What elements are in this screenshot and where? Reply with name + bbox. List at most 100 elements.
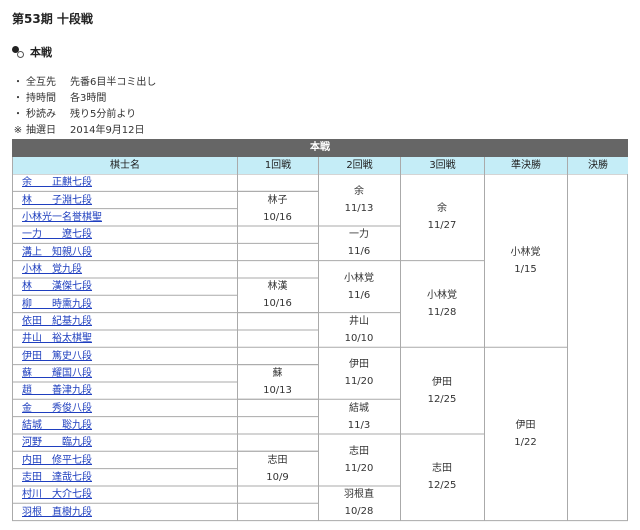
result-winner: 羽根直 bbox=[344, 489, 374, 501]
player-link[interactable]: 河野 臨九段 bbox=[22, 434, 92, 451]
round3-result: 志田 12/25 bbox=[400, 460, 484, 494]
result-date: 10/16 bbox=[263, 211, 292, 223]
round1-result: 林子 10/16 bbox=[237, 192, 318, 226]
col-header-round3: 3回戦 bbox=[401, 157, 484, 174]
result-winner: 小林覚 bbox=[344, 272, 374, 284]
col-header-final: 決勝 bbox=[568, 157, 628, 174]
player-link[interactable]: 一力 遼七段 bbox=[22, 226, 92, 243]
player-link[interactable]: 志田 達哉七段 bbox=[22, 469, 92, 486]
result-date: 10/10 bbox=[344, 332, 374, 344]
result-winner: 結城 bbox=[349, 402, 369, 414]
result-date: 10/9 bbox=[266, 471, 289, 483]
round1-result: 志田 10/9 bbox=[237, 452, 318, 486]
col-header-round2: 2回戦 bbox=[319, 157, 400, 174]
info-value: 残り5分前より bbox=[70, 109, 137, 120]
player-link[interactable]: 金 秀俊八段 bbox=[22, 400, 92, 417]
result-date: 11/3 bbox=[347, 419, 371, 431]
info-marker: ・ bbox=[13, 109, 23, 120]
result-date: 11/27 bbox=[427, 220, 457, 232]
result-date: 12/25 bbox=[427, 480, 457, 492]
round3-result: 小林覚 11/28 bbox=[400, 287, 484, 321]
info-row: ・ 持時間 各3時間 bbox=[10, 91, 156, 107]
result-date: 10/16 bbox=[263, 298, 292, 310]
result-date: 12/25 bbox=[427, 393, 457, 405]
result-winner: 余 bbox=[354, 185, 364, 197]
round2-result: 結城 11/3 bbox=[318, 400, 400, 434]
player-link[interactable]: 柳 時熏九段 bbox=[22, 296, 92, 313]
round2-result: 小林覚 11/6 bbox=[318, 270, 400, 304]
player-link[interactable]: 羽根 直樹九段 bbox=[22, 504, 92, 521]
round1-result: 林漢 10/16 bbox=[237, 278, 318, 312]
player-link[interactable]: 溝上 知親八段 bbox=[22, 244, 92, 261]
player-link[interactable]: 依田 紀基九段 bbox=[22, 313, 92, 330]
info-marker: ・ bbox=[13, 77, 23, 88]
result-winner: 余 bbox=[437, 203, 447, 215]
result-winner: 志田 bbox=[267, 454, 288, 466]
semifinal-result: 伊田 1/22 bbox=[484, 417, 567, 451]
result-date: 11/6 bbox=[347, 289, 371, 301]
player-link[interactable]: 趙 善津九段 bbox=[22, 382, 92, 399]
player-link[interactable]: 伊田 篤史八段 bbox=[22, 348, 92, 365]
result-date: 10/13 bbox=[263, 384, 292, 396]
col-header-round1: 1回戦 bbox=[238, 157, 318, 174]
player-link[interactable]: 内田 修平七段 bbox=[22, 452, 92, 469]
info-row: ※ 抽選日 2014年9月12日 bbox=[10, 123, 156, 139]
tournament-info-list: ・ 全互先 先番6目半コミ出し ・ 持時間 各3時間 ・ 秒読み 残り5分前より… bbox=[10, 75, 156, 139]
col-header-player: 棋士名 bbox=[13, 157, 237, 174]
result-winner: 井山 bbox=[349, 315, 369, 327]
result-date: 11/28 bbox=[427, 306, 457, 318]
result-date: 1/22 bbox=[514, 436, 537, 448]
result-winner: 伊田 bbox=[515, 419, 536, 431]
result-date: 11/13 bbox=[344, 202, 374, 214]
section-heading-label: 本戦 bbox=[30, 46, 52, 59]
result-date: 1/15 bbox=[514, 263, 537, 275]
result-winner: 伊田 bbox=[432, 376, 452, 388]
round3-result: 余 11/27 bbox=[400, 200, 484, 234]
player-link[interactable]: 小林 覚九段 bbox=[22, 261, 82, 278]
round2-result: 余 11/13 bbox=[318, 183, 400, 217]
result-date: 11/20 bbox=[344, 376, 374, 388]
result-winner: 小林覚 bbox=[510, 246, 541, 258]
result-winner: 林漢 bbox=[267, 281, 288, 293]
result-winner: 小林覚 bbox=[427, 289, 457, 301]
result-winner: 林子 bbox=[267, 194, 288, 206]
player-link[interactable]: 余 正麒七段 bbox=[22, 174, 92, 191]
result-winner: 蘇 bbox=[272, 367, 283, 379]
result-winner: 伊田 bbox=[349, 359, 369, 371]
player-link[interactable]: 蘇 耀国八段 bbox=[22, 365, 92, 382]
player-link[interactable]: 林 漢傑七段 bbox=[22, 278, 92, 295]
round2-result: 志田 11/20 bbox=[318, 443, 400, 477]
info-marker: ※ bbox=[13, 125, 23, 136]
result-winner: 一力 bbox=[349, 229, 369, 241]
round2-result: 伊田 11/20 bbox=[318, 356, 400, 390]
result-winner: 志田 bbox=[432, 463, 452, 475]
player-link[interactable]: 小林光一名誉棋聖 bbox=[22, 209, 102, 226]
col-header-semifinal: 準決勝 bbox=[485, 157, 567, 174]
result-date: 10/28 bbox=[344, 506, 374, 518]
player-link[interactable]: 林 子淵七段 bbox=[22, 192, 92, 209]
player-link[interactable]: 結城 聡九段 bbox=[22, 417, 92, 434]
result-date: 11/20 bbox=[344, 462, 374, 474]
info-row: ・ 全互先 先番6目半コミ出し bbox=[10, 75, 156, 91]
player-link[interactable]: 井山 裕太棋聖 bbox=[22, 330, 92, 347]
info-key: 持時間 bbox=[26, 93, 56, 104]
result-winner: 志田 bbox=[349, 445, 369, 457]
round2-result: 一力 11/6 bbox=[318, 226, 400, 260]
result-date: 11/6 bbox=[347, 246, 371, 258]
player-link[interactable]: 村川 大介七段 bbox=[22, 486, 92, 503]
semifinal-result: 小林覚 1/15 bbox=[484, 244, 567, 278]
info-value: 各3時間 bbox=[70, 93, 107, 104]
info-value: 先番6目半コミ出し bbox=[70, 77, 157, 88]
tournament-bracket: 本戦 棋士名 1回戦 2回戦 3回戦 準決勝 決勝余 正麒七段林 子淵七段 小林光一名誉棋聖… bbox=[12, 139, 628, 524]
info-key: 秒読み bbox=[26, 109, 56, 120]
round2-result: 井山 10/10 bbox=[318, 313, 400, 347]
info-value: 2014年9月12日 bbox=[70, 125, 145, 136]
section-heading: 本戦 bbox=[12, 44, 52, 60]
info-marker: ・ bbox=[13, 93, 23, 104]
info-key: 抽選日 bbox=[26, 125, 56, 136]
round3-result: 伊田 12/25 bbox=[400, 374, 484, 408]
info-key: 全互先 bbox=[26, 77, 56, 88]
info-row: ・ 秒読み 残り5分前より bbox=[10, 107, 156, 123]
page-title: 第53期 十段戦 bbox=[12, 12, 93, 26]
round2-result: 羽根直 10/28 bbox=[318, 486, 400, 520]
